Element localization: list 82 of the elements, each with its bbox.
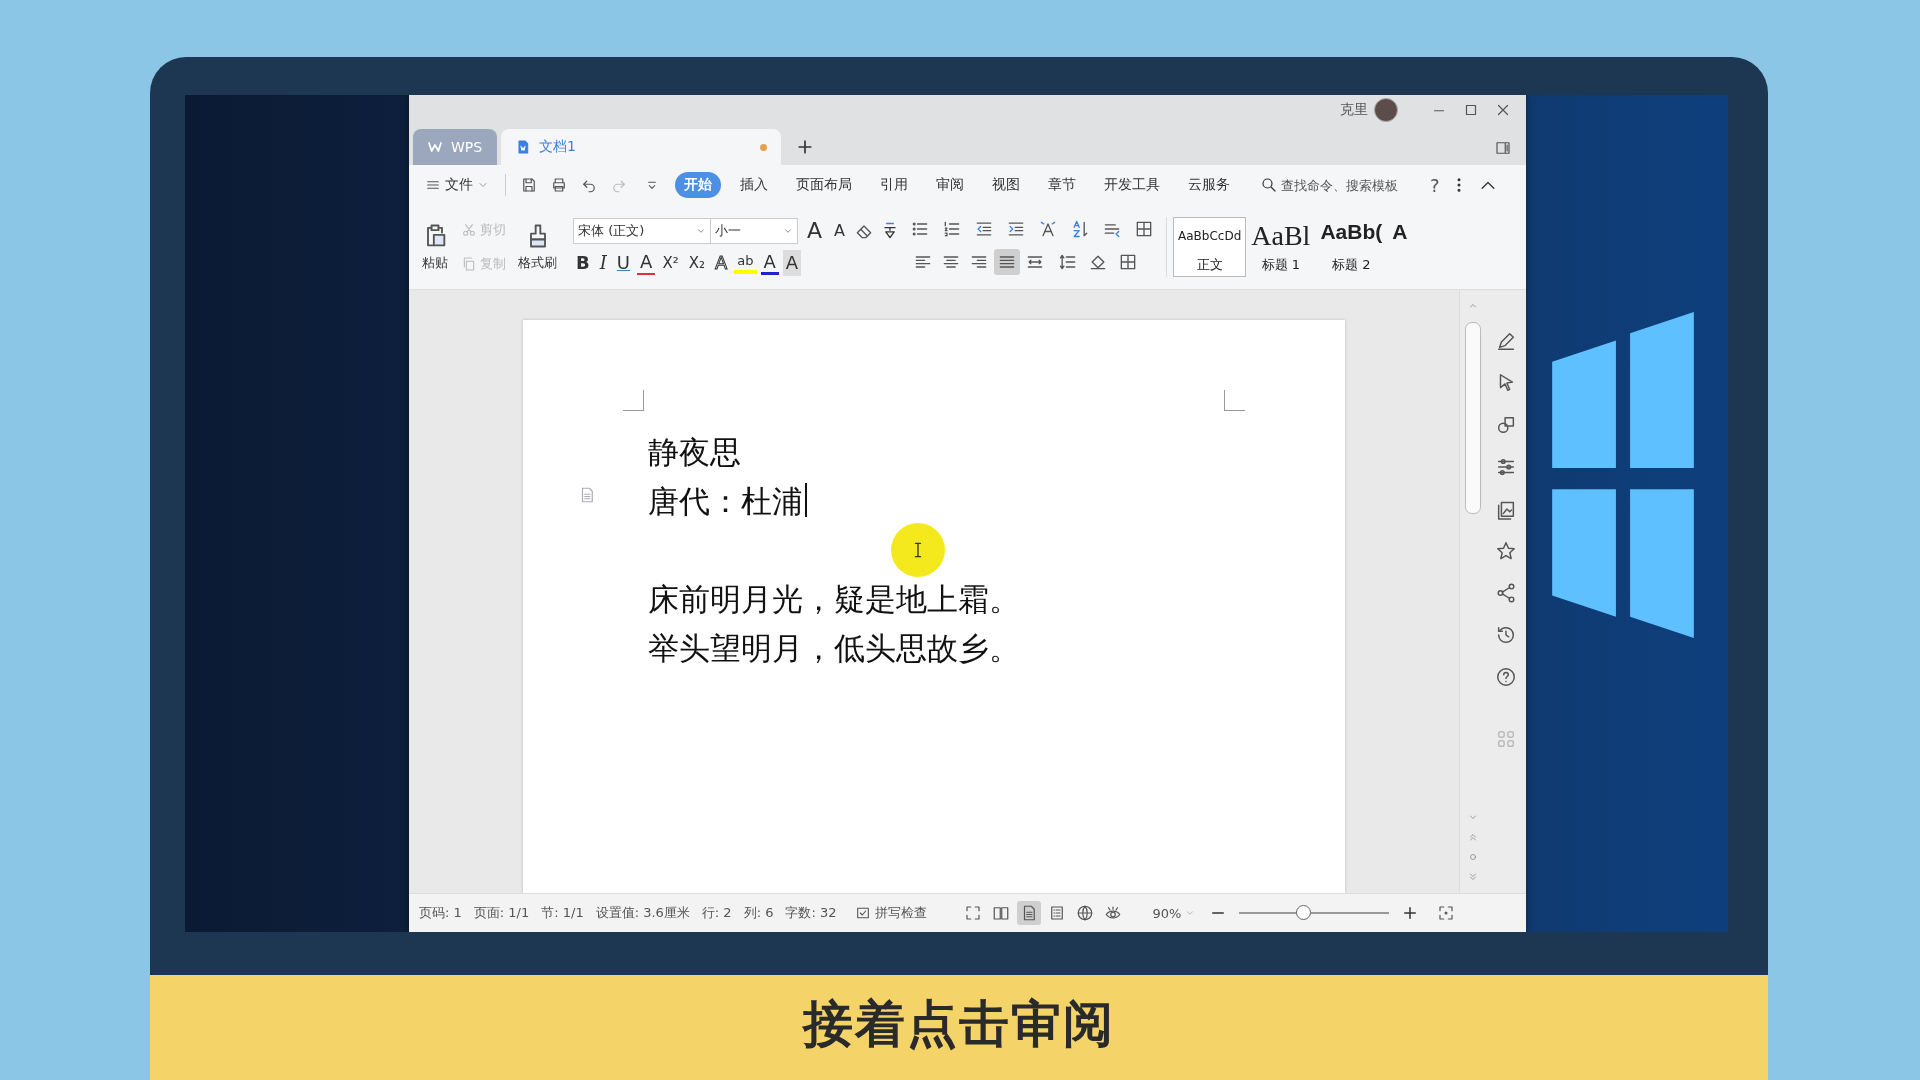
save-icon[interactable] [520,176,538,194]
character-shading-button[interactable]: A [782,250,802,276]
status-item: 行: 2 [701,904,732,922]
ribbon-tab[interactable]: 插入 [731,172,777,198]
wps-logo-icon [427,139,443,155]
document-tab[interactable]: 文档1 [501,129,781,165]
table-icon[interactable] [1134,219,1154,239]
search-field[interactable]: 查找命令、搜索模板 [1260,176,1416,194]
margin-corner-mark [623,390,644,411]
ribbon-tab[interactable]: 视图 [983,172,1029,198]
ribbon-tab[interactable]: 页面布局 [787,172,861,198]
numbered-list-icon[interactable] [942,219,962,239]
dropdown-icon [696,226,706,236]
status-item: 页面: 1/1 [473,904,530,922]
printer-icon[interactable] [550,176,568,194]
sort-icon[interactable] [1070,219,1090,239]
shrink-font-button[interactable]: A [831,218,848,244]
style-preset[interactable]: AaBl 标题 1 [1246,217,1316,277]
copy-icon [461,256,477,272]
share-icon[interactable] [1495,582,1517,604]
page-view-button[interactable] [1016,901,1041,925]
search-icon [1260,176,1278,194]
status-item: 字数: 32 [785,904,837,922]
zoom-slider-thumb[interactable] [1295,905,1311,920]
ribbon-tab[interactable]: 审阅 [927,172,973,198]
subscript-button[interactable]: X₂ [685,250,708,276]
scrollbar-thumb[interactable] [1465,322,1481,514]
history-icon[interactable] [1495,624,1517,646]
font-size-dropdown[interactable]: 小一 [710,218,798,244]
justify-button[interactable] [994,249,1020,275]
status-item: 节: 1/1 [541,904,584,922]
dropdown-icon [1185,908,1196,918]
ribbon-tab[interactable]: 开发工具 [1095,172,1169,198]
help-icon[interactable] [1495,666,1517,688]
ribbon-tab[interactable]: 引用 [871,172,917,198]
ribbon-tab[interactable]: 章节 [1039,172,1085,198]
spell-check-button[interactable]: 拼写检查 [848,903,933,923]
fullscreen-icon [963,904,982,922]
font-name-dropdown[interactable]: 宋体 (正文) [573,218,711,244]
checkbox-icon [854,905,871,921]
user-name[interactable]: 克里 [1340,101,1368,119]
status-item: 页码: 1 [419,904,462,922]
format-painter-button[interactable]: 格式刷 [516,220,559,274]
strikethrough-button[interactable]: A [637,251,656,275]
border-icon[interactable] [1118,252,1138,272]
scissors-icon [461,222,477,238]
underline-button[interactable]: U [613,250,634,276]
zoom-dropdown[interactable]: 90% [1152,905,1182,921]
document-text-line: 床前明月光，疑是地上霜。 [648,580,1020,619]
pen-icon[interactable] [1495,330,1517,352]
document-text-line: 举头望明月，低头思故乡。 [648,629,1020,668]
file-menu[interactable]: 文件 [419,176,495,194]
web-view-icon [1075,904,1094,922]
style-preset[interactable]: A [1387,217,1413,277]
document-text-line: 唐代：杜浦 [648,477,807,526]
style-preset[interactable]: AaBbCcDd 正文 [1173,217,1247,277]
sliders-icon[interactable] [1495,456,1517,478]
help-button[interactable]: ? [1430,174,1440,196]
highlight-button[interactable]: ab [734,252,757,274]
superscript-button[interactable]: X² [659,250,682,276]
sidebar-toggle-icon[interactable] [1494,139,1512,157]
avatar[interactable] [1374,98,1398,122]
document-icon [515,139,531,155]
status-item: 设置值: 3.6厘米 [595,904,690,922]
margin-corner-mark [1224,390,1245,411]
subtitle-text: 接着点击审阅 [803,994,1115,1055]
line-spacing-icon[interactable] [1058,252,1078,272]
italic-button[interactable]: I [596,250,610,276]
status-item: 列: 6 [743,904,774,922]
dropdown-icon [783,226,793,236]
star-icon[interactable] [1495,540,1517,562]
document-text-line: 静夜思 [648,433,741,472]
style-preset[interactable]: AaBb( 标题 2 [1315,217,1388,277]
text-direction-icon[interactable] [1038,219,1058,239]
grow-font-button[interactable]: A [804,218,826,244]
paste-button[interactable]: 粘贴 [419,220,451,274]
reading-view-icon [991,904,1010,922]
fit-page-icon[interactable] [1437,904,1456,922]
ribbon-tab[interactable]: 云服务 [1179,172,1239,198]
font-color-button[interactable]: A [760,251,779,275]
shapes-icon[interactable] [1495,414,1517,436]
bold-button[interactable]: B [573,250,593,276]
